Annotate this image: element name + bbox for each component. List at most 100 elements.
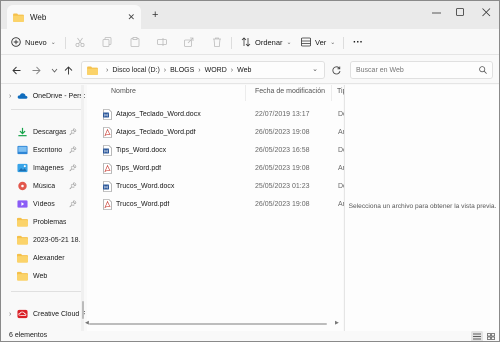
sidebar-item-problemas[interactable]: Problemas bbox=[1, 213, 85, 231]
folder-icon bbox=[87, 65, 98, 75]
maximize-button[interactable] bbox=[449, 5, 471, 19]
sidebar-item-escritorio[interactable]: Escritorio 📌︎ bbox=[1, 141, 85, 159]
address-bar[interactable]: › Disco local (D:) › BLOGS › WORD › Web … bbox=[81, 61, 325, 79]
folder-icon bbox=[17, 253, 28, 263]
table-row[interactable]: Trucos_Word.pdf 26/05/2023 19:08 Ar bbox=[91, 195, 345, 213]
breadcrumb-word[interactable]: WORD bbox=[205, 67, 227, 74]
sort-label: Ordenar bbox=[255, 37, 283, 47]
file-date: 26/05/2023 19:08 bbox=[255, 200, 310, 208]
minimize-button[interactable] bbox=[425, 5, 447, 19]
file-explorer-window: Web ✕ + Nuevo ⌄ Ordenar ⌄ Ver ⌄ ··· › Di… bbox=[0, 0, 500, 342]
table-row[interactable]: Trucos_Word.docx 25/05/2023 01:23 Do bbox=[91, 177, 347, 195]
close-button[interactable] bbox=[475, 5, 497, 19]
pin-icon: 📌︎ bbox=[68, 201, 77, 208]
music-icon bbox=[18, 181, 27, 191]
download-icon bbox=[18, 127, 27, 137]
chevron-right-icon[interactable]: › bbox=[9, 93, 17, 100]
address-dropdown-icon[interactable]: ⌄ bbox=[312, 65, 318, 73]
up-button[interactable] bbox=[61, 63, 75, 77]
file-date: 22/07/2019 13:17 bbox=[255, 110, 310, 118]
divider bbox=[231, 37, 232, 49]
sidebar-scrollbar[interactable] bbox=[81, 85, 84, 331]
folder-icon bbox=[17, 235, 28, 245]
word-doc-icon bbox=[103, 108, 112, 120]
column-header-name[interactable]: Nombre bbox=[111, 88, 136, 95]
details-view-button[interactable] bbox=[471, 331, 483, 341]
file-name: Trucos_Word.docx bbox=[116, 182, 175, 190]
breadcrumb-drive[interactable]: Disco local (D:) bbox=[112, 67, 159, 74]
view-button[interactable]: Ver ⌄ bbox=[301, 34, 335, 50]
desktop-icon bbox=[17, 145, 28, 155]
file-date: 26/05/2023 19:08 bbox=[255, 164, 310, 172]
chevron-down-icon: ⌄ bbox=[286, 39, 292, 46]
cut-icon[interactable] bbox=[72, 34, 88, 50]
history-button[interactable] bbox=[47, 63, 61, 77]
table-row[interactable]: Tips_Word.docx 26/05/2023 16:58 Do bbox=[91, 141, 347, 159]
sidebar-item-web[interactable]: Web bbox=[1, 267, 85, 285]
back-button[interactable] bbox=[9, 63, 23, 77]
chevron-right-icon: › bbox=[230, 66, 234, 74]
delete-icon[interactable] bbox=[209, 34, 225, 50]
column-divider[interactable] bbox=[331, 85, 332, 101]
chevron-right-icon[interactable]: › bbox=[9, 311, 17, 318]
status-bar: 6 elementos bbox=[1, 331, 499, 341]
column-header-date[interactable]: Fecha de modificación bbox=[255, 88, 325, 95]
share-icon[interactable] bbox=[181, 34, 197, 50]
file-name: Tips_Word.pdf bbox=[116, 164, 162, 172]
pin-icon: 📌︎ bbox=[68, 183, 77, 190]
chevron-right-icon: › bbox=[163, 66, 167, 74]
horizontal-scrollbar[interactable]: ◀ ▶ bbox=[85, 320, 341, 327]
sort-button[interactable]: Ordenar ⌄ bbox=[241, 34, 292, 50]
breadcrumb-web[interactable]: Web bbox=[237, 67, 251, 74]
forward-button[interactable] bbox=[29, 63, 43, 77]
refresh-icon bbox=[331, 65, 340, 74]
sidebar-item-2023-05-21[interactable]: 2023-05-21 18.1 bbox=[1, 231, 85, 249]
file-date: 26/05/2023 16:58 bbox=[255, 146, 310, 154]
minimize-icon bbox=[431, 12, 441, 13]
sidebar-item-imagenes[interactable]: Imágenes 📌︎ bbox=[1, 159, 85, 177]
horizontal-scrollbar-thumb[interactable] bbox=[89, 323, 327, 325]
table-row[interactable]: Atajos_Teclado_Word.docx 22/07/2019 13:1… bbox=[91, 105, 347, 123]
divider bbox=[11, 109, 81, 110]
creative-cloud-icon bbox=[17, 309, 28, 319]
copy-icon[interactable] bbox=[99, 34, 115, 50]
search-input[interactable]: Buscar en Web bbox=[350, 61, 493, 79]
images-icon bbox=[17, 163, 28, 173]
pdf-icon bbox=[103, 162, 112, 174]
table-row[interactable]: Tips_Word.pdf 26/05/2023 19:08 Ar bbox=[91, 159, 345, 177]
rename-icon[interactable] bbox=[154, 34, 170, 50]
tiles-view-button[interactable] bbox=[485, 331, 497, 341]
sort-icon bbox=[241, 37, 251, 47]
sidebar-item-musica[interactable]: Música 📌︎ bbox=[1, 177, 85, 195]
paste-icon[interactable] bbox=[127, 34, 143, 50]
sidebar-item-descargas[interactable]: Descargas 📌︎ bbox=[1, 123, 85, 141]
command-bar: Nuevo ⌄ Ordenar ⌄ Ver ⌄ ··· bbox=[1, 29, 499, 55]
chevron-right-icon: › bbox=[106, 66, 109, 74]
table-row[interactable]: Atajos_Teclado_Word.pdf 26/05/2023 19:08… bbox=[91, 123, 345, 141]
word-doc-icon bbox=[103, 144, 112, 156]
sidebar-item-onedrive[interactable]: › OneDrive - Perso bbox=[1, 87, 85, 105]
scroll-right-icon[interactable]: ▶ bbox=[335, 320, 339, 326]
new-button[interactable]: Nuevo ⌄ bbox=[11, 34, 56, 50]
breadcrumb-blogs[interactable]: BLOGS bbox=[170, 67, 194, 74]
sidebar-item-alexander[interactable]: Alexander bbox=[1, 249, 85, 267]
preview-pane: Selecciona un archivo para obtener la vi… bbox=[344, 85, 499, 331]
file-name: Atajos_Teclado_Word.docx bbox=[116, 110, 201, 118]
sidebar-scrollbar-thumb[interactable] bbox=[82, 301, 84, 319]
video-icon bbox=[17, 200, 28, 208]
folder-icon bbox=[17, 217, 28, 227]
onedrive-icon bbox=[17, 93, 28, 99]
tab-web[interactable]: Web ✕ bbox=[7, 5, 141, 29]
more-options-button[interactable]: ··· bbox=[353, 34, 363, 50]
refresh-button[interactable] bbox=[329, 63, 343, 77]
tab-close-icon[interactable]: ✕ bbox=[127, 12, 135, 23]
new-label: Nuevo bbox=[25, 37, 47, 47]
sidebar-item-videos[interactable]: Vídeos 📌︎ bbox=[1, 195, 85, 213]
address-row: › Disco local (D:) › BLOGS › WORD › Web … bbox=[1, 56, 499, 84]
chevron-right-icon: › bbox=[198, 66, 201, 74]
sidebar-item-creative-cloud[interactable]: › Creative Cloud F bbox=[1, 305, 85, 323]
column-divider[interactable] bbox=[245, 85, 246, 101]
arrow-right-icon bbox=[32, 66, 41, 74]
file-name: Atajos_Teclado_Word.pdf bbox=[116, 128, 196, 136]
new-tab-button[interactable]: + bbox=[152, 9, 158, 21]
